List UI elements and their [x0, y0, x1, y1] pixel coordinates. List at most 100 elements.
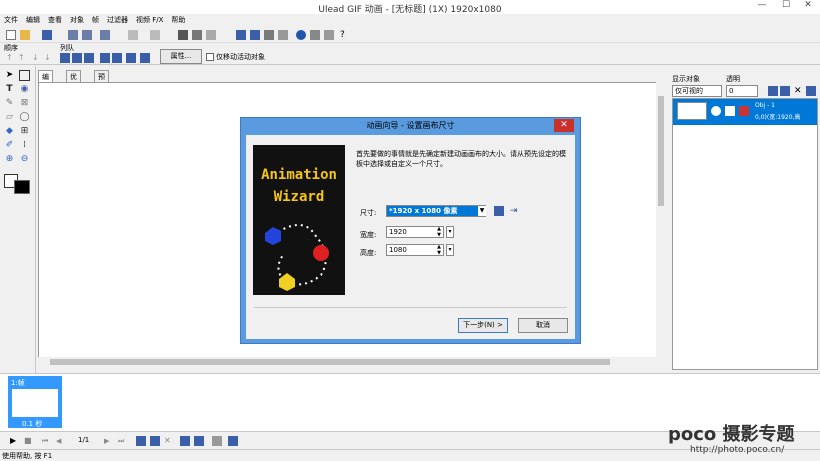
chevron-down-icon[interactable]: ▼ [478, 206, 486, 216]
tween-icon[interactable] [180, 436, 190, 446]
duplicate-frame-icon[interactable] [150, 436, 160, 446]
distribute-icon[interactable] [140, 53, 150, 63]
last-frame-icon[interactable]: ⏭ [118, 436, 128, 446]
align-middle-icon[interactable] [112, 53, 122, 63]
menu-object[interactable]: 对象 [66, 14, 88, 25]
object-copy-icon[interactable] [780, 86, 790, 96]
delete-size-icon[interactable]: ⇥ [510, 206, 520, 216]
import-icon[interactable] [68, 30, 78, 40]
object-new-icon[interactable] [768, 86, 778, 96]
play-icon[interactable]: ▶ [10, 436, 20, 446]
frame-view-icon[interactable] [228, 436, 238, 446]
close-button[interactable]: ✕ [798, 0, 818, 12]
object-row[interactable]: Obj - 1 0,0)(宽:1920,高 [673, 99, 817, 125]
align-bottom-icon[interactable] [126, 53, 136, 63]
align-right-icon[interactable] [84, 53, 94, 63]
tab-edit[interactable]: 编辑 [38, 70, 53, 91]
size-dropdown[interactable]: *1920 x 1080 像素 [386, 205, 486, 217]
wizard-icon[interactable] [100, 30, 110, 40]
menu-help[interactable]: 帮助 [167, 14, 189, 25]
frame-thumbnail[interactable]: 1:帧 0.1 秒 [8, 376, 62, 428]
copy-icon[interactable] [192, 30, 202, 40]
brush-icon[interactable]: ✎ [4, 98, 15, 109]
frame-new-icon[interactable] [236, 30, 246, 40]
order-down-icon[interactable]: ↓ [32, 53, 42, 63]
new-icon[interactable] [6, 30, 16, 40]
redo-icon[interactable] [150, 30, 160, 40]
text-icon[interactable]: T [4, 84, 15, 95]
open-icon[interactable] [20, 30, 30, 40]
order-top-icon[interactable]: ↑ [18, 53, 28, 63]
align-top-icon[interactable] [100, 53, 110, 63]
width-spinner[interactable]: ▲ ▼ [434, 226, 444, 238]
object-props-icon[interactable] [806, 86, 816, 96]
delete-frame-icon[interactable]: ✕ [164, 436, 174, 446]
crop-icon[interactable] [278, 30, 288, 40]
object-list [672, 98, 818, 370]
prev-frame-icon[interactable]: ◀ [56, 436, 66, 446]
paste-icon[interactable] [206, 30, 216, 40]
preview-icon[interactable] [324, 30, 334, 40]
properties-button[interactable]: 属性... [160, 49, 202, 64]
height-spinner[interactable]: ▲ ▼ [434, 244, 444, 256]
zoom-out-icon[interactable]: ⊖ [19, 154, 30, 165]
align-left-icon[interactable] [60, 53, 70, 63]
save-icon[interactable] [42, 30, 52, 40]
menu-file[interactable]: 文件 [0, 14, 22, 25]
align-center-icon[interactable] [72, 53, 82, 63]
optimize-icon[interactable] [310, 30, 320, 40]
dialog-close-button[interactable]: ✕ [554, 119, 574, 132]
vertical-scrollbar[interactable] [656, 82, 666, 358]
crop-tool-icon[interactable]: ⊞ [19, 126, 30, 137]
order-bottom-icon[interactable]: ↓ [44, 53, 54, 63]
object-delete-icon[interactable]: ✕ [794, 86, 804, 96]
opacity-field[interactable]: 0 [726, 85, 758, 97]
height-unit-icon[interactable]: ▾ [446, 244, 454, 256]
web-icon[interactable] [296, 30, 306, 40]
transform-icon[interactable]: ◉ [19, 84, 30, 95]
foreground-color-swatch[interactable] [14, 180, 30, 194]
frame-props-icon[interactable] [212, 436, 222, 446]
lock-icon[interactable] [725, 106, 735, 116]
eyedropper-icon[interactable]: ✐ [4, 140, 15, 151]
frame-delay[interactable]: 0.1 秒 [22, 419, 42, 429]
pointer-icon[interactable]: ➤ [4, 70, 15, 81]
next-button[interactable]: 下一步(N) > [458, 318, 508, 333]
stop-icon[interactable]: ■ [24, 436, 34, 446]
eye-icon[interactable] [711, 106, 721, 116]
undo-icon[interactable] [128, 30, 138, 40]
title-bar: Ulead GIF 动画 - [无标题] (1X) 1920x1080 — ☐ … [0, 0, 820, 15]
minimize-button[interactable]: — [752, 0, 772, 12]
first-frame-icon[interactable]: ⏮ [42, 436, 52, 446]
tab-optimize[interactable]: 优化 [66, 70, 81, 91]
cut-icon[interactable] [178, 30, 188, 40]
menu-edit[interactable]: 编辑 [22, 14, 44, 25]
next-frame-icon[interactable]: ▶ [104, 436, 114, 446]
frame-delete-icon[interactable] [264, 30, 274, 40]
clone-icon[interactable]: ⁞ [19, 140, 30, 151]
ellipse-icon[interactable]: ◯ [19, 112, 30, 123]
menu-view[interactable]: 查看 [44, 14, 66, 25]
help-icon[interactable]: ? [340, 30, 350, 40]
tab-preview[interactable]: 预览 [94, 70, 109, 91]
cancel-button[interactable]: 取消 [518, 318, 568, 333]
move-active-checkbox[interactable] [206, 53, 214, 61]
menu-video-fx[interactable]: 视频 F/X [132, 14, 167, 25]
eraser-icon[interactable]: ▱ [4, 112, 15, 123]
add-frame-icon[interactable] [136, 436, 146, 446]
frame-copy-icon[interactable] [250, 30, 260, 40]
visible-select[interactable]: 仅可视的 [672, 85, 722, 97]
menu-filter[interactable]: 过滤器 [103, 14, 132, 25]
order-up-icon[interactable]: ↑ [6, 53, 16, 63]
select-icon[interactable] [19, 70, 30, 81]
save-size-icon[interactable] [494, 206, 504, 216]
fill-icon[interactable]: ◆ [4, 126, 15, 137]
lasso-icon[interactable]: ⊠ [19, 98, 30, 109]
reverse-icon[interactable] [194, 436, 204, 446]
menu-frame[interactable]: 帧 [88, 14, 103, 25]
width-unit-icon[interactable]: ▾ [446, 226, 454, 238]
horizontal-scrollbar[interactable] [38, 357, 658, 367]
zoom-in-icon[interactable]: ⊕ [4, 154, 15, 165]
export-icon[interactable] [82, 30, 92, 40]
maximize-button[interactable]: ☐ [776, 0, 796, 12]
